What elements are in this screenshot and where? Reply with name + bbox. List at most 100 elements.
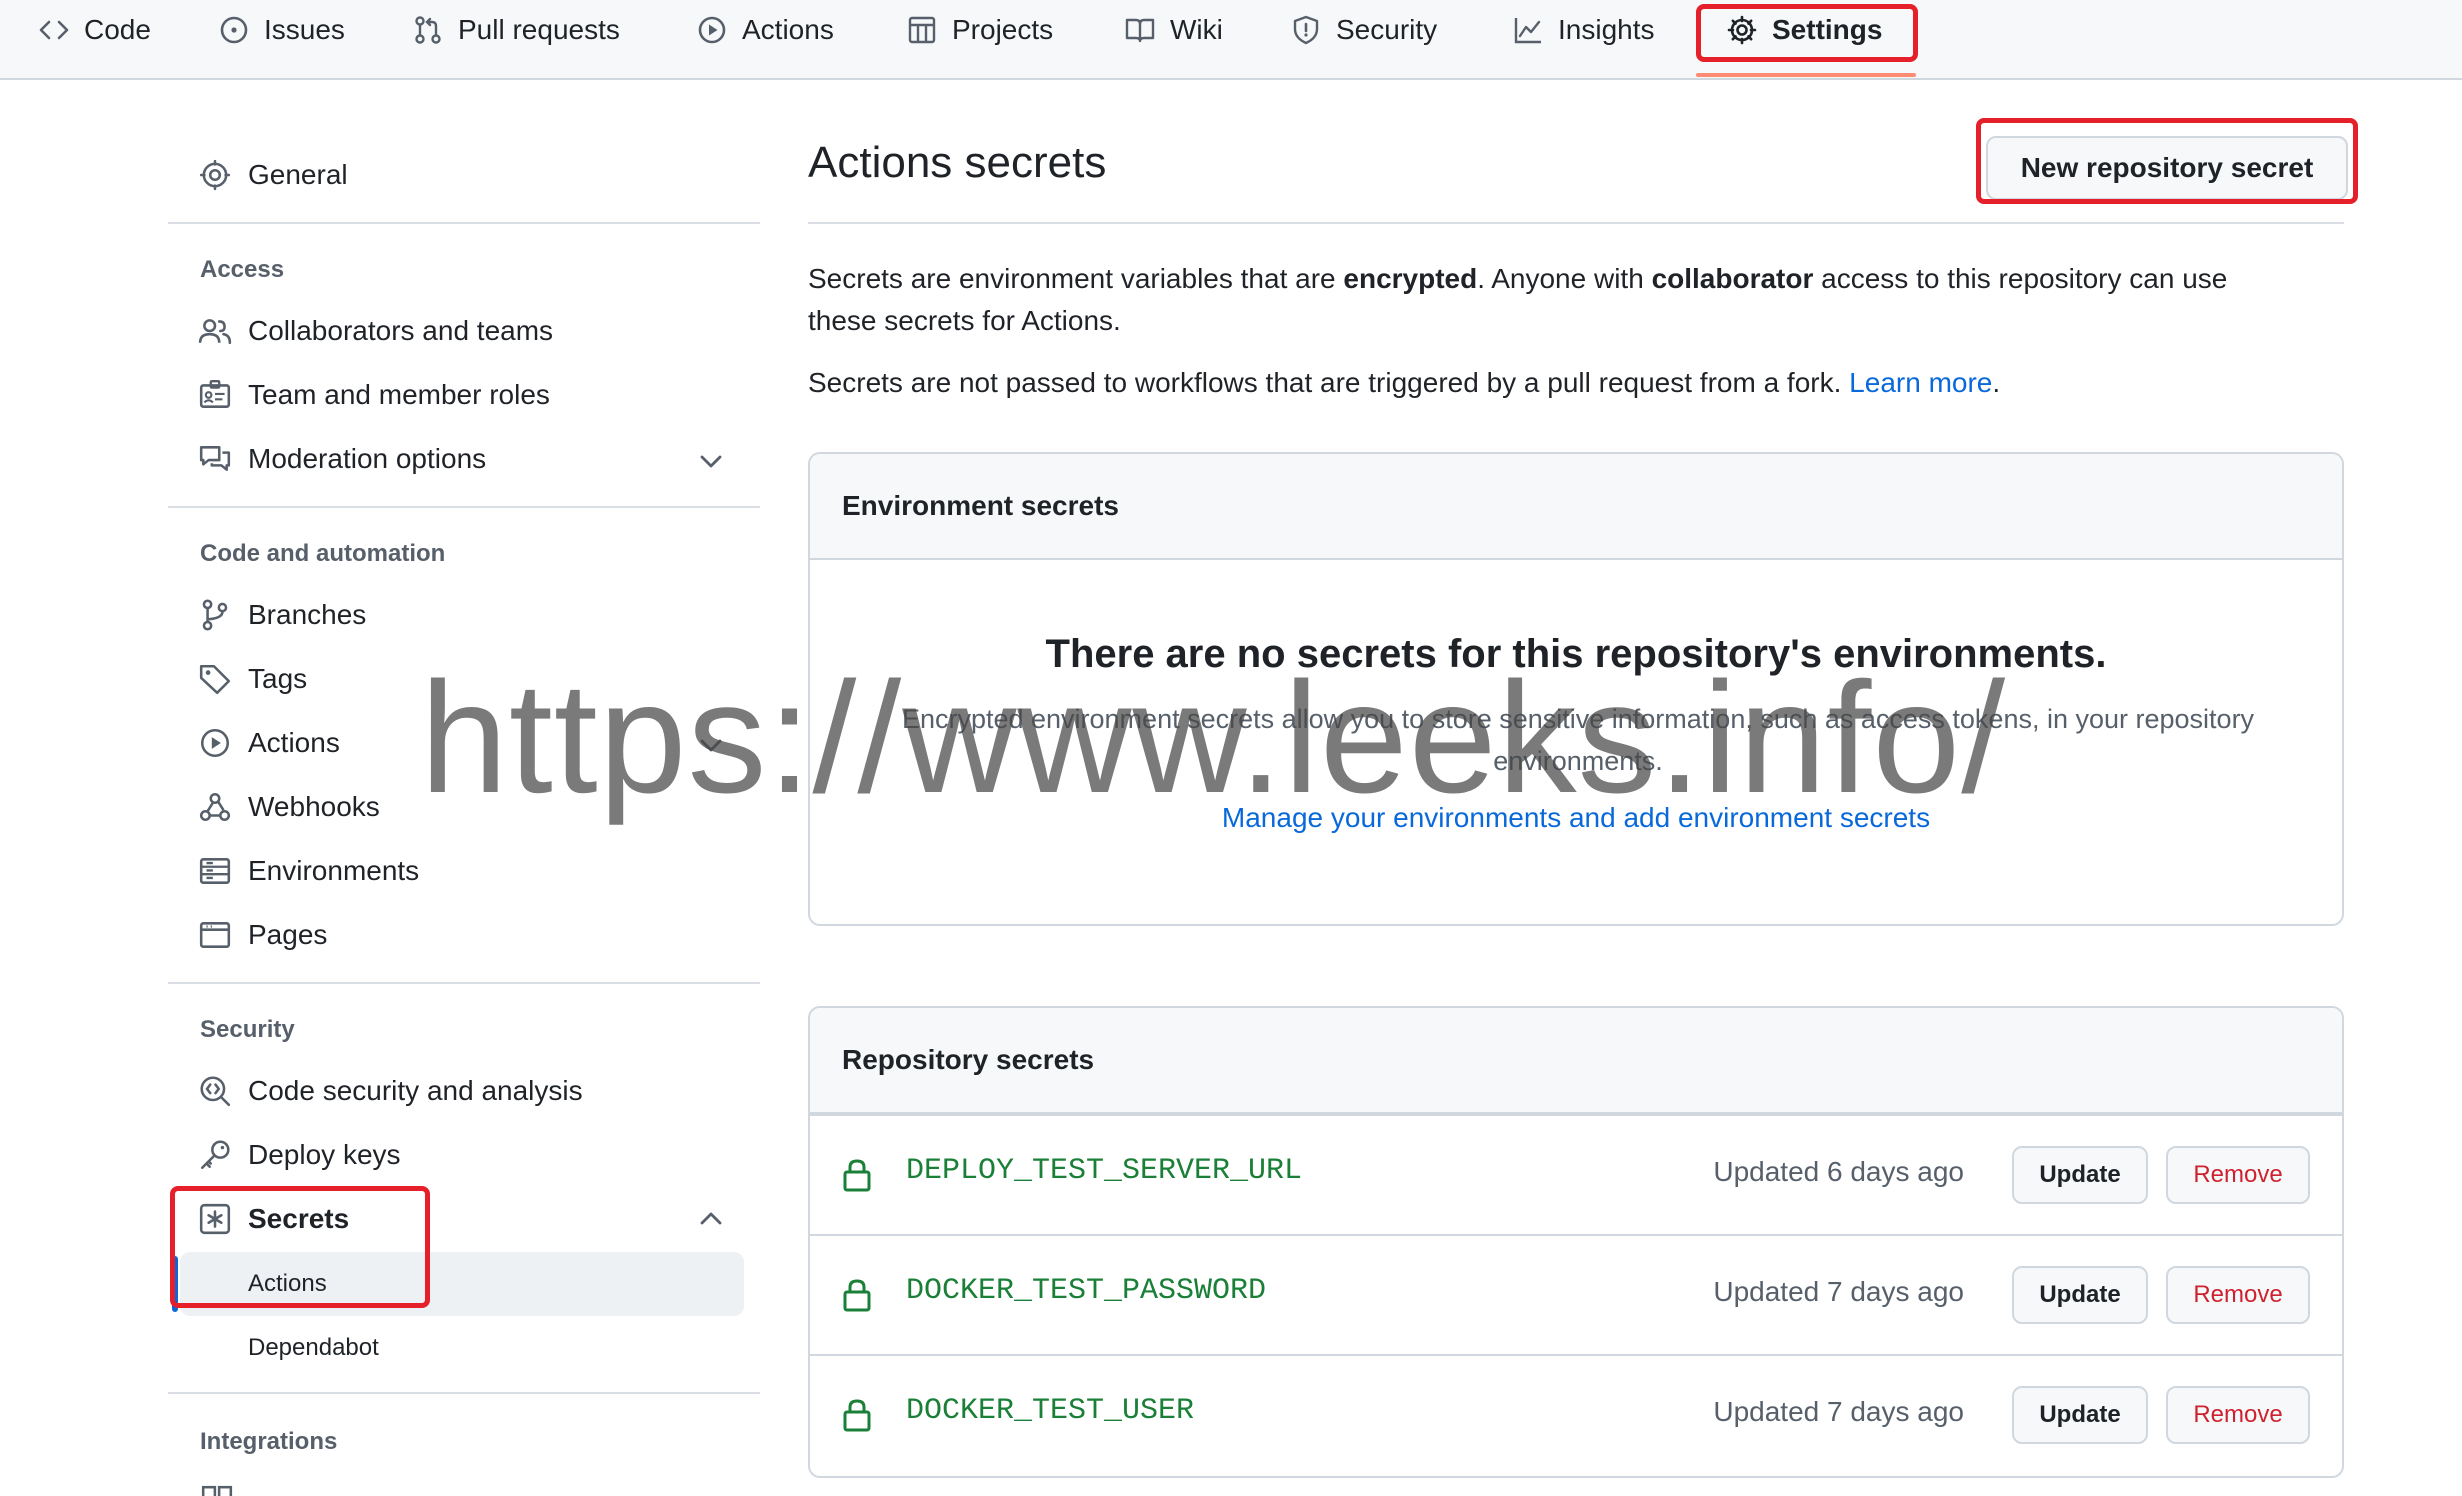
remove-button[interactable]: Remove [2166, 1266, 2310, 1324]
sidebar-item-label: Tags [248, 663, 308, 694]
tab-projects[interactable]: Projects [906, 0, 1053, 60]
sidebar-item-label: Environments [248, 855, 420, 886]
secret-row: DOCKER_TEST_USER Updated 7 days ago Upda… [810, 1354, 2342, 1474]
sidebar-sub-item-dependabot[interactable]: Dependabot [248, 1334, 379, 1362]
people-icon [198, 314, 232, 348]
repository-secrets-box: Repository secrets DEPLOY_TEST_SERVER_UR… [808, 1006, 2344, 1478]
tab-settings[interactable]: Settings [1726, 0, 1882, 60]
browser-icon [198, 918, 232, 952]
sidebar-item-pages[interactable]: Pages [198, 910, 327, 960]
manage-environments-link[interactable]: Manage your environments and add environ… [810, 802, 2342, 834]
sidebar-item-code-security[interactable]: Code security and analysis [198, 1066, 583, 1116]
codescan-icon [198, 1074, 232, 1108]
pull-request-icon [412, 14, 444, 46]
chevron-up-icon[interactable] [696, 1204, 726, 1234]
tab-label: Insights [1558, 14, 1655, 45]
active-tab-indicator [1696, 73, 1916, 77]
gear-icon [198, 158, 232, 192]
tab-pull-requests[interactable]: Pull requests [412, 0, 620, 60]
issue-icon [218, 14, 250, 46]
sidebar-divider [168, 1392, 760, 1394]
shield-icon [1290, 14, 1322, 46]
tab-wiki[interactable]: Wiki [1124, 0, 1223, 60]
chevron-down-icon[interactable] [696, 446, 726, 476]
new-repository-secret-button[interactable]: New repository secret [1986, 136, 2348, 200]
tab-label: Settings [1772, 14, 1883, 45]
sidebar-item-label: Team and member roles [248, 379, 550, 410]
sidebar-item-moderation[interactable]: Moderation options [198, 434, 486, 484]
sidebar-item-label: Webhooks [248, 791, 380, 822]
update-button[interactable]: Update [2012, 1386, 2148, 1444]
repo-nav: Code Issues Pull requests Actions Projec… [0, 0, 2462, 80]
title-divider [808, 222, 2344, 224]
description-forks: Secrets are not passed to workflows that… [808, 367, 2001, 398]
sidebar-item-webhooks[interactable]: Webhooks [198, 782, 380, 832]
sidebar-item-label: General [248, 159, 348, 190]
sidebar-item-general[interactable]: General [198, 150, 348, 200]
sidebar-item-environments[interactable]: Environments [198, 846, 419, 896]
sidebar-divider [168, 222, 760, 224]
tab-label: Issues [264, 14, 345, 45]
code-icon [38, 14, 70, 46]
secret-name: DEPLOY_TEST_SERVER_URL [906, 1154, 1303, 1188]
update-button[interactable]: Update [2012, 1266, 2148, 1324]
remove-button[interactable]: Remove [2166, 1146, 2310, 1204]
lock-icon [843, 1279, 871, 1312]
tab-actions[interactable]: Actions [696, 0, 834, 60]
tab-label: Wiki [1170, 14, 1223, 45]
sidebar-item-secrets[interactable]: Secrets [198, 1194, 349, 1244]
empty-state-title: There are no secrets for this repository… [1045, 632, 2107, 676]
description-encrypted: Secrets are environment variables that a… [808, 263, 2228, 336]
sidebar-item-actions[interactable]: Actions [198, 718, 340, 768]
repository-secrets-heading: Repository secrets [810, 1008, 2342, 1114]
lock-icon [843, 1159, 871, 1192]
sidebar-item-deploy-keys[interactable]: Deploy keys [198, 1130, 401, 1180]
graph-icon [1512, 14, 1544, 46]
apps-icon [200, 1484, 234, 1496]
sidebar-heading-integrations: Integrations [200, 1428, 338, 1455]
server-icon [198, 854, 232, 888]
learn-more-link[interactable]: Learn more [1849, 367, 1992, 398]
sidebar-item-collaborators[interactable]: Collaborators and teams [198, 306, 553, 356]
secret-updated: Updated 7 days ago [1713, 1276, 1964, 1307]
sidebar-divider [168, 506, 760, 508]
tab-label: Actions [742, 14, 834, 45]
play-icon [198, 726, 232, 760]
tab-label: Projects [952, 14, 1054, 45]
sidebar-item-label: Branches [248, 599, 367, 630]
key-icon [198, 1138, 232, 1172]
branch-icon [198, 598, 232, 632]
tab-security[interactable]: Security [1290, 0, 1437, 60]
tab-insights[interactable]: Insights [1512, 0, 1655, 60]
table-icon [906, 14, 938, 46]
sidebar-item-label: Actions [248, 727, 340, 758]
sidebar-heading-security: Security [200, 1016, 295, 1043]
tag-icon [198, 662, 232, 696]
tab-label: Pull requests [458, 14, 620, 45]
tab-issues[interactable]: Issues [218, 0, 345, 60]
secret-name: DOCKER_TEST_PASSWORD [906, 1274, 1267, 1308]
comment-discussion-icon [198, 442, 232, 476]
sidebar-item-branches[interactable]: Branches [198, 590, 366, 640]
sidebar-divider [168, 982, 760, 984]
remove-button[interactable]: Remove [2166, 1386, 2310, 1444]
gear-icon [1726, 14, 1758, 46]
sidebar-item-team-roles[interactable]: Team and member roles [198, 370, 550, 420]
sidebar-sub-item-actions[interactable]: Actions [248, 1270, 327, 1298]
tab-label: Security [1336, 14, 1438, 45]
book-icon [1124, 14, 1156, 46]
sidebar-item-label: Secrets [248, 1203, 350, 1234]
sidebar-item-label: Deploy keys [248, 1139, 401, 1170]
page-title: Actions secrets [808, 138, 1107, 187]
secret-row: DOCKER_TEST_PASSWORD Updated 7 days ago … [810, 1234, 2342, 1354]
sidebar-heading-access: Access [200, 256, 285, 283]
secret-updated: Updated 6 days ago [1713, 1156, 1964, 1187]
chevron-down-icon[interactable] [696, 730, 726, 760]
tab-label: Code [84, 14, 151, 45]
update-button[interactable]: Update [2012, 1146, 2148, 1204]
webhook-icon [198, 790, 232, 824]
empty-state-description: Encrypted environment secrets allow you … [901, 704, 2255, 776]
tab-code[interactable]: Code [38, 0, 151, 60]
sidebar-item-label: Moderation options [248, 443, 487, 474]
sidebar-item-tags[interactable]: Tags [198, 654, 307, 704]
